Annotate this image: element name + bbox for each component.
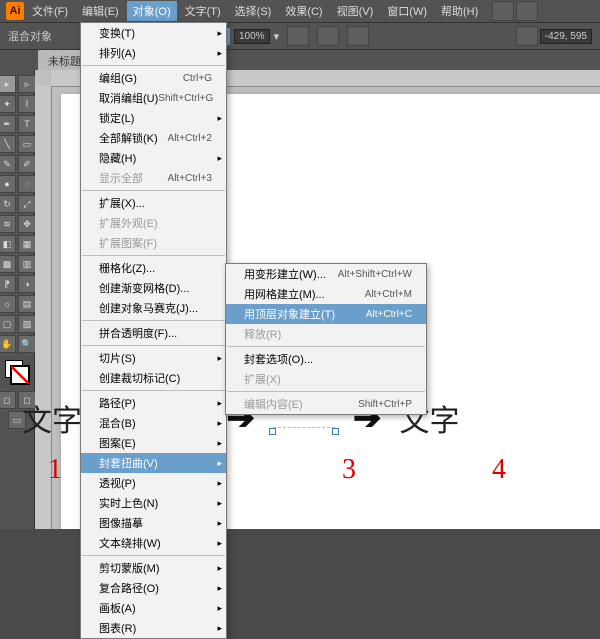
- tool-pen[interactable]: ✒: [0, 115, 16, 133]
- envelope-menu-item: 编辑内容(E)Shift+Ctrl+P: [226, 394, 426, 414]
- tool-mesh[interactable]: ▩: [0, 255, 16, 273]
- draw-normal[interactable]: ◻: [0, 391, 16, 409]
- opt-icon-c[interactable]: [347, 26, 369, 46]
- menu-window[interactable]: 窗口(W): [381, 1, 433, 21]
- menu-select[interactable]: 选择(S): [229, 1, 278, 21]
- tool-lasso[interactable]: ⌇: [18, 95, 36, 113]
- envelope-menu-item[interactable]: 用网格建立(M)...Alt+Ctrl+M: [226, 284, 426, 304]
- object-menu-item[interactable]: 变换(T): [81, 23, 226, 43]
- object-menu-item[interactable]: 创建对象马赛克(J)...: [81, 298, 226, 318]
- object-menu-item[interactable]: 剪切蒙版(M): [81, 558, 226, 578]
- object-menu-item[interactable]: 图像描摹: [81, 513, 226, 533]
- tool-rotate[interactable]: ↻: [0, 195, 16, 213]
- menu-view[interactable]: 视图(V): [331, 1, 380, 21]
- menu-file[interactable]: 文件(F): [26, 1, 74, 21]
- envelope-menu-item: 释放(R): [226, 324, 426, 344]
- object-menu-item[interactable]: 全部解锁(K)Alt+Ctrl+2: [81, 128, 226, 148]
- annotation-4: 4: [492, 454, 506, 486]
- envelope-submenu: 用变形建立(W)...Alt+Shift+Ctrl+W用网格建立(M)...Al…: [225, 263, 427, 415]
- object-menu-item[interactable]: 锁定(L): [81, 108, 226, 128]
- tool-gradient[interactable]: ▥: [18, 255, 36, 273]
- object-menu-item[interactable]: 编组(G)Ctrl+G: [81, 68, 226, 88]
- tool-shape[interactable]: ◧: [0, 235, 16, 253]
- menu-help[interactable]: 帮助(H): [435, 1, 484, 21]
- tool-slice[interactable]: ▨: [18, 315, 36, 333]
- menu-effect[interactable]: 效果(C): [279, 1, 328, 21]
- envelope-menu-item[interactable]: 用顶层对象建立(T)Alt+Ctrl+C: [226, 304, 426, 324]
- xy-icon: [516, 26, 538, 46]
- object-menu-item: 扩展图案(F): [81, 233, 226, 253]
- color-swatch[interactable]: [5, 360, 29, 384]
- app-logo: Ai: [6, 2, 24, 20]
- tool-line[interactable]: ╲: [0, 135, 16, 153]
- object-menu-item[interactable]: 拼合透明度(F)...: [81, 323, 226, 343]
- tool-blend[interactable]: ◑: [18, 275, 36, 293]
- menu-type[interactable]: 文字(T): [179, 1, 227, 21]
- tool-zoom[interactable]: 🔍: [18, 335, 36, 353]
- envelope-menu-item: 扩展(X): [226, 369, 426, 389]
- tool-width[interactable]: ≋: [0, 215, 16, 233]
- tool-pencil[interactable]: ✐: [18, 155, 36, 173]
- object-menu-item: 扩展外观(E): [81, 213, 226, 233]
- opt-icon-b[interactable]: [317, 26, 339, 46]
- object-menu-item[interactable]: 文本绕排(W): [81, 533, 226, 553]
- tool-type[interactable]: T: [18, 115, 36, 133]
- object-menu-item[interactable]: 混合(B): [81, 413, 226, 433]
- object-menu-item[interactable]: 创建渐变网格(D)...: [81, 278, 226, 298]
- tool-brush[interactable]: ✎: [0, 155, 16, 173]
- dropdown-arrow-icon[interactable]: ▾: [274, 30, 280, 43]
- envelope-menu-item[interactable]: 用变形建立(W)...Alt+Shift+Ctrl+W: [226, 264, 426, 284]
- object-menu-dropdown: 变换(T)排列(A) 编组(G)Ctrl+G取消编组(U)Shift+Ctrl+G…: [80, 22, 227, 639]
- object-menu-item[interactable]: 扩展(X)...: [81, 193, 226, 213]
- annotation-3: 3: [342, 454, 356, 486]
- tool-blob[interactable]: ●: [0, 175, 16, 193]
- tool-eraser[interactable]: ◌: [18, 175, 36, 193]
- options-context-label: 混合对象: [8, 28, 52, 44]
- object-menu-item[interactable]: 复合路径(O): [81, 578, 226, 598]
- object-menu-item[interactable]: 画板(A): [81, 598, 226, 618]
- selection-handle[interactable]: [269, 428, 276, 435]
- tool-symbol[interactable]: ☼: [0, 295, 16, 313]
- envelope-menu-item[interactable]: 封套选项(O)...: [226, 349, 426, 369]
- tool-direct[interactable]: ▹: [18, 75, 36, 93]
- annotation-1: 1: [48, 454, 62, 486]
- object-menu-item[interactable]: 创建裁切标记(C): [81, 368, 226, 388]
- menubar-icon-2[interactable]: [516, 1, 538, 21]
- object-menu-item[interactable]: 排列(A): [81, 43, 226, 63]
- object-menu-item[interactable]: 栅格化(Z)...: [81, 258, 226, 278]
- tool-persp[interactable]: ▦: [18, 235, 36, 253]
- object-menu-item[interactable]: 图案(E): [81, 433, 226, 453]
- menu-edit[interactable]: 编辑(E): [76, 1, 125, 21]
- tool-scale[interactable]: ⤢: [18, 195, 36, 213]
- object-menu-item[interactable]: 取消编组(U)Shift+Ctrl+G: [81, 88, 226, 108]
- tool-eyedrop[interactable]: ⁋: [0, 275, 16, 293]
- tool-hand[interactable]: ✋: [0, 335, 16, 353]
- object-menu-item[interactable]: 切片(S): [81, 348, 226, 368]
- tool-artboard[interactable]: ▢: [0, 315, 16, 333]
- opt-icon-a[interactable]: [287, 26, 309, 46]
- object-menu-item[interactable]: 路径(P): [81, 393, 226, 413]
- menubar-icon-1[interactable]: [492, 1, 514, 21]
- tool-wand[interactable]: ✦: [0, 95, 16, 113]
- tool-free[interactable]: ✥: [18, 215, 36, 233]
- tool-selection[interactable]: ▸: [0, 75, 16, 93]
- tool-graph[interactable]: ▤: [18, 295, 36, 313]
- coord-readout: -429, 595: [540, 29, 592, 44]
- menu-object[interactable]: 对象(O): [127, 1, 177, 21]
- object-menu-item[interactable]: 隐藏(H): [81, 148, 226, 168]
- object-menu-item[interactable]: 封套扭曲(V): [81, 453, 226, 473]
- zoom-field[interactable]: 100%: [234, 29, 270, 44]
- step1-text: 文字: [22, 396, 82, 440]
- object-menu-item[interactable]: 图表(R): [81, 618, 226, 638]
- tool-rect[interactable]: ▭: [18, 135, 36, 153]
- object-menu-item: 显示全部Alt+Ctrl+3: [81, 168, 226, 188]
- object-menu-item[interactable]: 透视(P): [81, 473, 226, 493]
- object-menu-item[interactable]: 实时上色(N): [81, 493, 226, 513]
- selection-handle[interactable]: [332, 428, 339, 435]
